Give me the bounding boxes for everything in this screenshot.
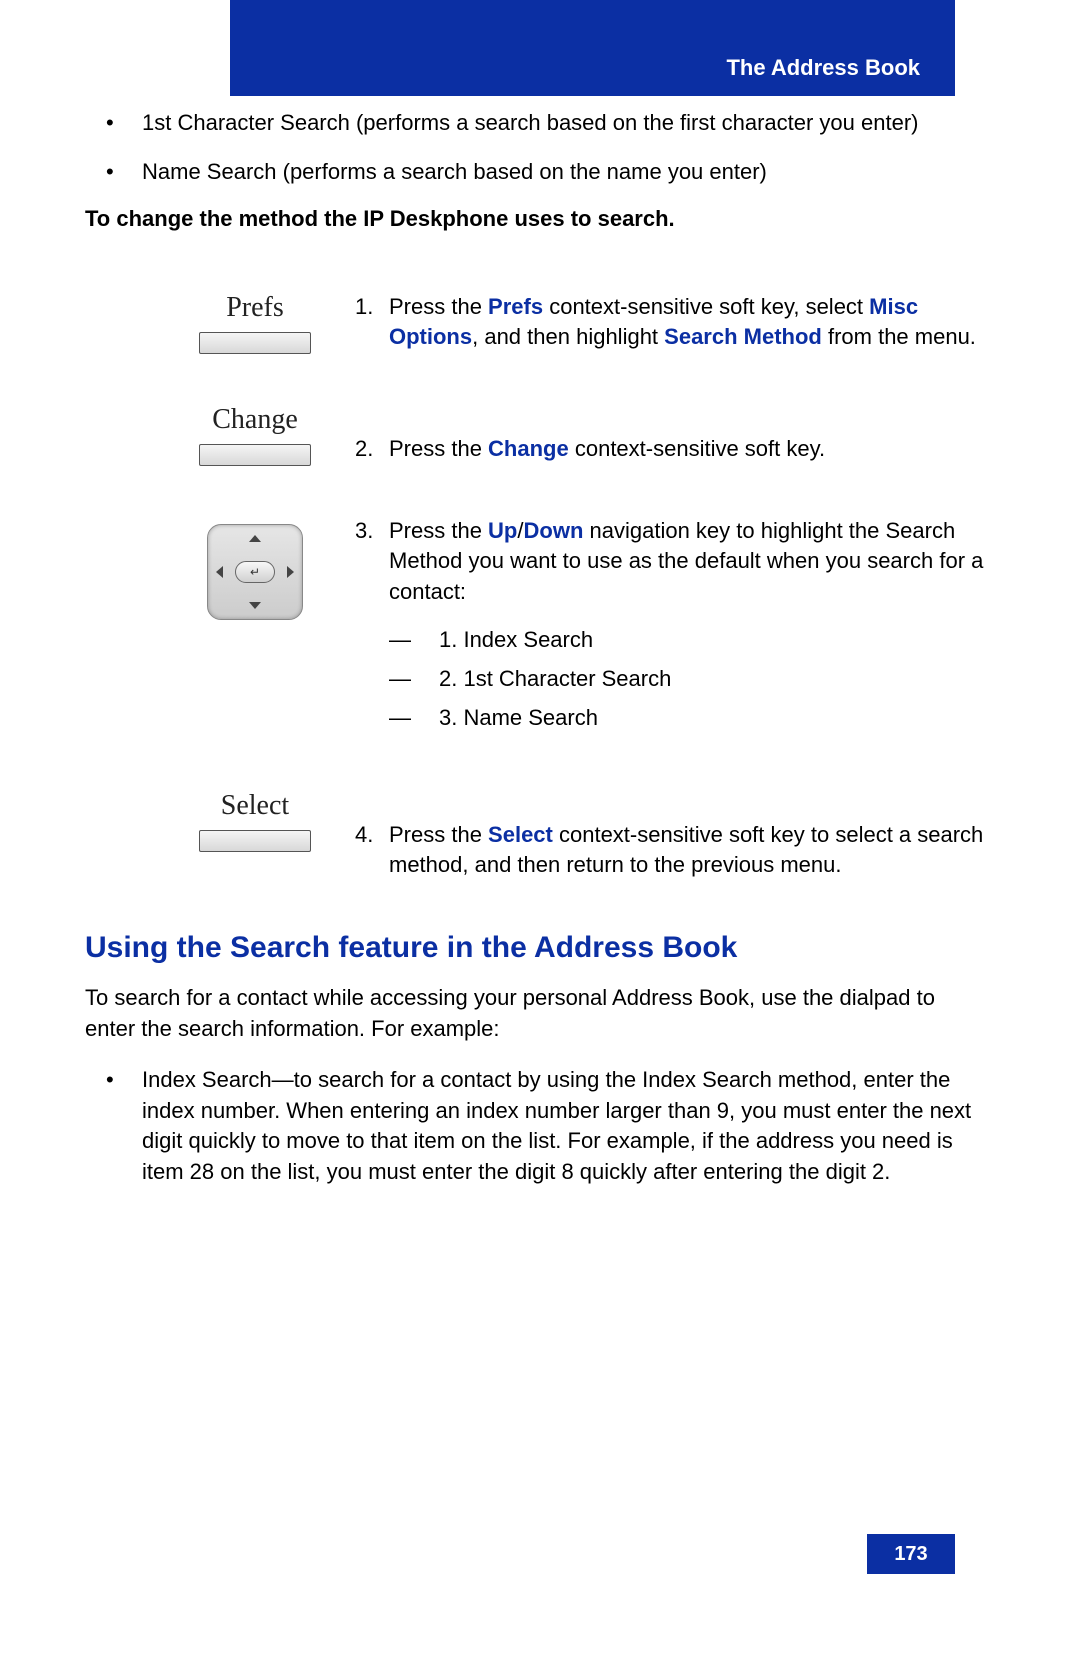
navpad-container: ↵ [85, 516, 345, 620]
step-row: Change 2. Press the Change context-sensi… [85, 404, 985, 466]
step-body: Press the Up/Down navigation key to high… [389, 516, 985, 740]
highlight-search-method: Search Method [664, 324, 822, 349]
softkey-label: Prefs [226, 292, 284, 324]
step-number: 1. [345, 292, 389, 354]
dash-icon: — [389, 622, 439, 657]
list-item: • 1st Character Search (performs a searc… [100, 108, 985, 139]
highlight-prefs: Prefs [488, 294, 543, 319]
highlight-down: Down [524, 518, 584, 543]
list-item: • Index Search—to search for a contact b… [100, 1065, 985, 1188]
list-item-text: 2. 1st Character Search [439, 661, 671, 696]
step-text: 2. Press the Change context-sensitive so… [345, 404, 985, 465]
step-number: 2. [345, 434, 389, 465]
softkey-button-icon [199, 444, 311, 466]
steps-block: Prefs 1. Press the Prefs context-sensiti… [85, 292, 985, 882]
arrow-right-icon [287, 566, 294, 578]
highlight-select: Select [488, 822, 553, 847]
arrow-up-icon [249, 535, 261, 542]
section-heading: Using the Search feature in the Address … [85, 931, 985, 965]
softkey-label: Change [212, 404, 298, 436]
softkey-label: Select [221, 790, 289, 822]
instruction-heading: To change the method the IP Deskphone us… [85, 206, 985, 232]
highlight-change: Change [488, 436, 569, 461]
list-item: • Name Search (performs a search based o… [100, 157, 985, 188]
list-item-text: 3. Name Search [439, 700, 598, 735]
list-item: —3. Name Search [389, 700, 985, 735]
header-title: The Address Book [726, 55, 920, 81]
section-bullet-list: • Index Search—to search for a contact b… [100, 1065, 985, 1188]
arrow-left-icon [216, 566, 223, 578]
dash-icon: — [389, 661, 439, 696]
header-bar: The Address Book [230, 0, 955, 96]
bullet-icon: • [100, 157, 142, 188]
arrow-down-icon [249, 602, 261, 609]
step-body: Press the Change context-sensitive soft … [389, 434, 985, 465]
section-paragraph: To search for a contact while accessing … [85, 983, 985, 1045]
dash-icon: — [389, 700, 439, 735]
list-item-text: 1. Index Search [439, 622, 593, 657]
softkey-button-icon [199, 830, 311, 852]
navigation-pad-icon: ↵ [207, 524, 303, 620]
page-content: • 1st Character Search (performs a searc… [85, 108, 985, 1206]
intro-bullet-list: • 1st Character Search (performs a searc… [100, 108, 985, 188]
highlight-up: Up [488, 518, 517, 543]
softkey-change: Change [85, 404, 345, 466]
list-item: —1. Index Search [389, 622, 985, 657]
step-text: 4. Press the Select context-sensitive so… [345, 790, 985, 882]
softkey-button-icon [199, 332, 311, 354]
bullet-icon: • [100, 1065, 142, 1188]
list-item: —2. 1st Character Search [389, 661, 985, 696]
step-row: Select 4. Press the Select context-sensi… [85, 790, 985, 882]
list-item-text: Index Search—to search for a contact by … [142, 1065, 985, 1188]
step-text: 1. Press the Prefs context-sensitive sof… [345, 292, 985, 354]
step-body: Press the Select context-sensitive soft … [389, 820, 985, 882]
sub-list: —1. Index Search —2. 1st Character Searc… [389, 622, 985, 736]
softkey-prefs: Prefs [85, 292, 345, 354]
step-number: 3. [345, 516, 389, 740]
step-row: Prefs 1. Press the Prefs context-sensiti… [85, 292, 985, 354]
step-number: 4. [345, 820, 389, 882]
page-number: 173 [894, 1543, 927, 1566]
softkey-select: Select [85, 790, 345, 852]
bullet-icon: • [100, 108, 142, 139]
enter-key-icon: ↵ [235, 561, 275, 583]
step-row: ↵ 3. Press the Up/Down navigation key to… [85, 516, 985, 740]
list-item-text: Name Search (performs a search based on … [142, 157, 985, 188]
step-text: 3. Press the Up/Down navigation key to h… [345, 516, 985, 740]
list-item-text: 1st Character Search (performs a search … [142, 108, 985, 139]
page-number-box: 173 [867, 1534, 955, 1574]
step-body: Press the Prefs context-sensitive soft k… [389, 292, 985, 354]
